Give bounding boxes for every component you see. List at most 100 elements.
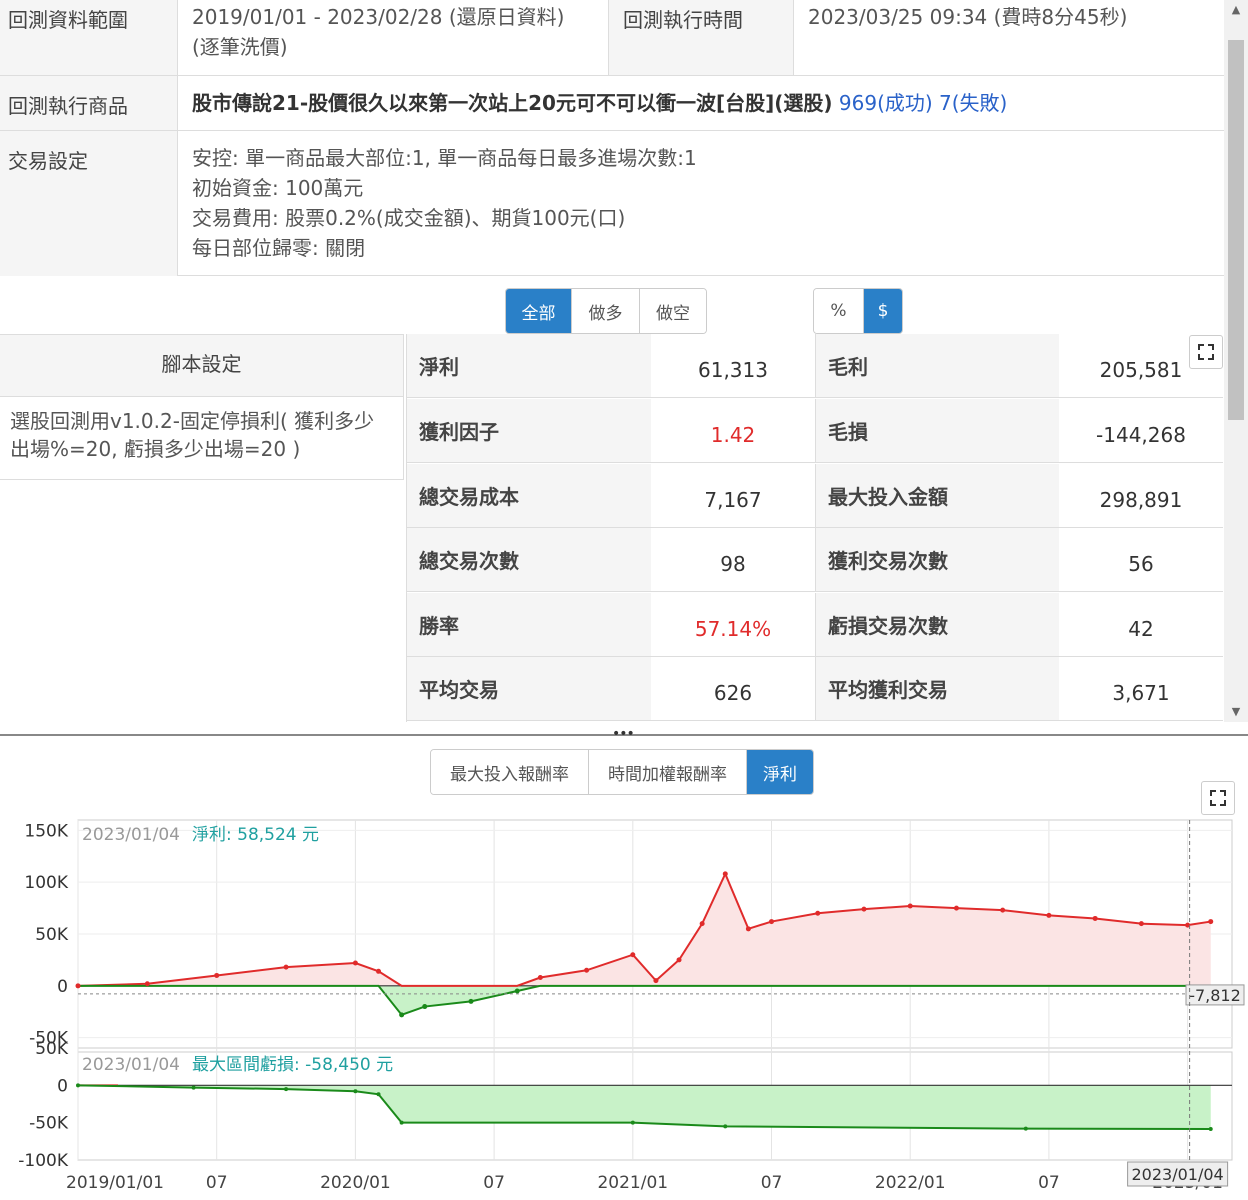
range-sub-text: (逐筆洗價) <box>192 35 288 59</box>
trade-line-reset: 每日部位歸零: 關閉 <box>192 236 366 260</box>
drawdown-legend-value: 最大區間虧損: -58,450 元 <box>192 1055 393 1075</box>
stat-value-max-invested: 298,891 <box>1099 487 1183 512</box>
exec-time-value: 2023/03/25 09:34 (費時8分45秒) <box>808 5 1128 29</box>
net-profit-point <box>584 967 590 973</box>
y-tick-label: 100K <box>24 873 68 893</box>
x-tick-label: 07 <box>761 1173 783 1193</box>
net-profit-point <box>376 968 382 974</box>
backtest-info-table: 回測資料範圍 2019/01/01 - 2023/02/28 (還原日資料) (… <box>0 0 1224 276</box>
stats-row: 總交易成本 7,167 最大投入金額 298,891 <box>407 464 1223 528</box>
stat-label-avg-win: 平均獲利交易 <box>815 657 1059 720</box>
net-profit-point <box>1138 921 1144 927</box>
x-tick-label: 2019/01/01 <box>66 1173 164 1193</box>
drawdown-point <box>76 1083 80 1088</box>
drawdown-point <box>191 1085 196 1090</box>
stat-value-net-profit: 61,313 <box>698 357 768 382</box>
range-value-text: 2019/01/01 - 2023/02/28 (還原日資料) <box>192 5 565 29</box>
drawdown-point <box>376 1092 381 1097</box>
crosshair-date-label: 2023/01/04 <box>1132 1165 1224 1184</box>
x-tick-label: 2021/01 <box>597 1173 668 1193</box>
trade-settings: 安控: 單一商品最大部位:1, 單一商品每日最多進場次數:1 初始資金: 100… <box>178 131 1218 276</box>
stat-label-winning-trades: 獲利交易次數 <box>815 528 1059 591</box>
net-profit-point <box>907 903 913 909</box>
x-tick-label: 07 <box>206 1173 228 1193</box>
net-profit-chart[interactable]: 2019/01/01 07 2020/01 07 2021/01 07 2022/01 07 2… <box>0 800 1248 1200</box>
stat-label-gross-profit: 毛利 <box>815 334 1059 397</box>
drawdown-point <box>284 1087 289 1092</box>
expand-stats-icon[interactable] <box>1189 335 1223 369</box>
drawdown-point <box>1208 1126 1213 1131</box>
y-tick-label: -100K <box>18 1151 69 1171</box>
net-profit-point <box>722 871 728 877</box>
scroll-up-icon[interactable]: ▲ <box>1224 0 1248 20</box>
net-profit-point <box>815 910 821 916</box>
splitter-grip-icon[interactable]: ••• <box>612 726 635 742</box>
stat-label-net-profit: 淨利 <box>407 334 651 397</box>
stats-row: 總交易次數 98 獲利交易次數 56 <box>407 528 1223 592</box>
product-value: 股市傳說21-股價很久以來第一次站上20元可不可以衝一波[台股](選股) 969… <box>178 76 1218 130</box>
stat-label-profit-factor: 獲利因子 <box>407 399 651 462</box>
tab-short[interactable]: 做空 <box>640 289 706 333</box>
stat-label-win-rate: 勝率 <box>407 593 651 656</box>
trade-line-capital: 初始資金: 100萬元 <box>192 176 364 200</box>
stat-label-total-trades: 總交易次數 <box>407 528 651 591</box>
net-profit-point <box>537 975 543 981</box>
net-profit-point <box>514 988 520 994</box>
x-tick-label: 07 <box>483 1173 505 1193</box>
net-profit-point <box>1000 907 1006 913</box>
stat-label-gross-loss: 毛損 <box>815 399 1059 462</box>
net-profit-point <box>214 972 220 978</box>
backtest-report: 回測資料範圍 2019/01/01 - 2023/02/28 (還原日資料) (… <box>0 0 1248 1200</box>
stat-value-avg-win: 3,671 <box>1112 680 1170 705</box>
tab-long[interactable]: 做多 <box>572 289 640 333</box>
y-tick-label: -50K <box>29 1114 69 1134</box>
tab-time-weighted-return[interactable]: 時間加權報酬率 <box>589 750 747 794</box>
x-tick-label: 2022/01 <box>875 1173 946 1193</box>
net-profit-point <box>1208 919 1214 925</box>
tab-net-profit[interactable]: 淨利 <box>747 750 813 794</box>
net-profit-point <box>769 919 775 925</box>
x-tick-label: 2020/01 <box>320 1173 391 1193</box>
net-profit-legend-value: 淨利: 58,524 元 <box>192 825 319 845</box>
script-settings-header: 腳本設定 <box>0 335 403 397</box>
range-value: 2019/01/01 - 2023/02/28 (還原日資料) (逐筆洗價) <box>178 0 608 75</box>
net-profit-point <box>283 964 289 970</box>
direction-toggle: 全部 做多 做空 <box>505 288 707 334</box>
script-settings-body: 選股回測用v1.0.2-固定停損利( 獲利多少 出場%=20, 虧損多少出場=2… <box>0 397 403 463</box>
net-profit-point <box>468 998 474 1004</box>
unit-toggle: % $ <box>813 288 903 334</box>
tab-dollar[interactable]: $ <box>864 289 902 333</box>
scrollbar-thumb[interactable] <box>1228 40 1244 420</box>
scroll-down-icon[interactable]: ▼ <box>1224 702 1248 722</box>
product-label: 回測執行商品 <box>0 76 178 130</box>
tab-percent[interactable]: % <box>814 289 864 333</box>
net-profit-point <box>676 957 682 963</box>
vertical-scrollbar[interactable]: ▲ ▼ <box>1224 0 1248 722</box>
success-link[interactable]: 969(成功) <box>839 91 933 115</box>
drawdown-legend-date: 2023/01/04 <box>82 1055 180 1075</box>
stats-row: 淨利 61,313 毛利 205,581 <box>407 334 1223 398</box>
script-line-2: 出場%=20, 虧損多少出場=20 ) <box>10 437 301 461</box>
net-profit-point <box>699 921 705 927</box>
y-tick-label: 0 <box>57 977 68 997</box>
info-row-range: 回測資料範圍 2019/01/01 - 2023/02/28 (還原日資料) (… <box>0 0 1224 76</box>
tab-all[interactable]: 全部 <box>506 289 572 333</box>
tab-max-invest-return[interactable]: 最大投入報酬率 <box>431 750 589 794</box>
net-profit-point <box>352 960 358 966</box>
drawdown-point <box>353 1089 358 1094</box>
stat-value-avg-trade: 626 <box>713 680 753 705</box>
net-profit-point <box>1046 912 1052 918</box>
net-profit-point <box>861 906 867 912</box>
net-profit-point <box>745 926 751 932</box>
performance-stats-table: 淨利 61,313 毛利 205,581 獲利因子 1.42 毛損 -144,2… <box>406 334 1223 722</box>
net-profit-point <box>953 905 959 911</box>
script-line-1: 選股回測用v1.0.2-固定停損利( 獲利多少 <box>10 409 375 433</box>
stat-label-max-invested: 最大投入金額 <box>815 464 1059 527</box>
stat-value-losing-trades: 42 <box>1128 616 1154 641</box>
fail-link[interactable]: 7(失敗) <box>939 91 1007 115</box>
y-tick-label: 0 <box>57 1076 68 1096</box>
stats-row: 平均交易 626 平均獲利交易 3,671 <box>407 657 1223 721</box>
stat-label-total-cost: 總交易成本 <box>407 464 651 527</box>
drawdown-point <box>630 1120 635 1125</box>
info-row-trade: 交易設定 安控: 單一商品最大部位:1, 單一商品每日最多進場次數:1 初始資金… <box>0 131 1224 276</box>
